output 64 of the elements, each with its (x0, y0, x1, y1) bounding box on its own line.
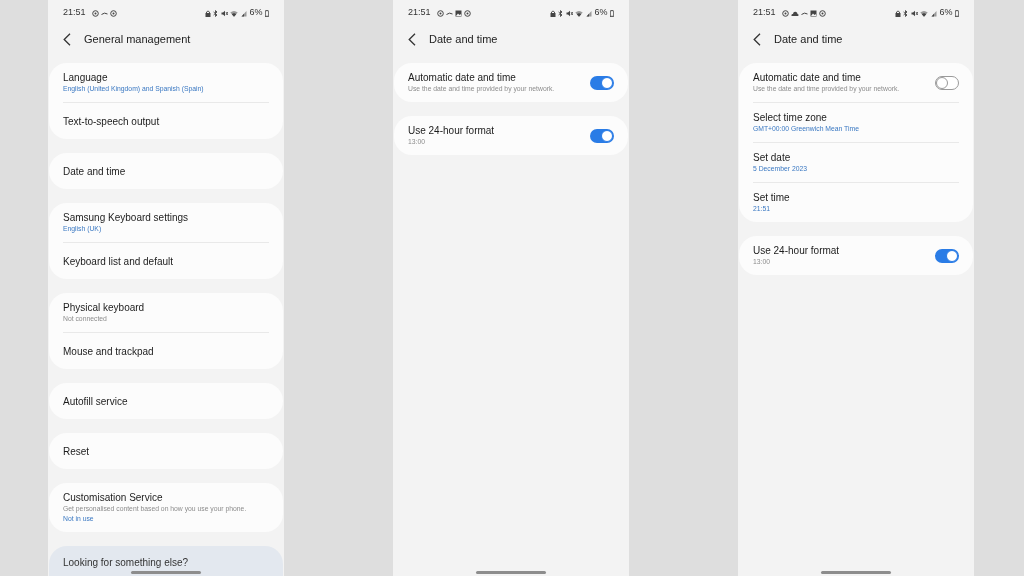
muted-speaker-icon (566, 9, 573, 17)
lock-icon (895, 9, 901, 17)
setting-title[interactable]: Autofill service (63, 394, 269, 408)
signal-icon (931, 9, 937, 17)
setting-title[interactable]: Text-to-speech output (63, 114, 269, 128)
status-time: 21:51 (408, 6, 431, 20)
bluetooth-icon (558, 9, 564, 17)
signal-icon (586, 9, 592, 17)
ring-icon (781, 9, 789, 17)
wifi-icon (575, 9, 584, 17)
setting-title[interactable]: Keyboard list and default (63, 254, 269, 268)
ring-icon (818, 9, 826, 17)
chevron-left-icon (753, 32, 761, 46)
lock-icon (205, 9, 211, 17)
wifi-icon (230, 9, 239, 17)
setting-title[interactable]: Use 24-hour format (408, 124, 590, 137)
signal-icon (241, 9, 247, 17)
back-button[interactable] (408, 32, 416, 46)
setting-title[interactable]: Language (63, 71, 269, 84)
setting-title[interactable]: Select time zone (753, 111, 959, 124)
setting-title[interactable]: Set time (753, 191, 959, 204)
setting-title[interactable]: Mouse and trackpad (63, 344, 269, 358)
image-icon (809, 9, 817, 17)
chevron-left-icon (408, 32, 416, 46)
image-icon (454, 9, 462, 17)
cloud-icon (790, 9, 799, 17)
chevron-left-icon (63, 32, 71, 46)
lock-icon (550, 9, 556, 17)
setting-title[interactable]: Automatic date and time (753, 71, 935, 84)
setting-title[interactable]: Customisation Service (63, 491, 269, 504)
muted-speaker-icon (911, 9, 918, 17)
toggle-switch[interactable] (935, 75, 959, 90)
battery-icon (610, 9, 614, 17)
ring-icon (91, 9, 99, 17)
battery-icon (955, 9, 959, 17)
setting-title[interactable]: Physical keyboard (63, 301, 269, 314)
toggle-switch[interactable] (935, 248, 959, 263)
page-title: Date and time (774, 31, 843, 47)
battery-icon (265, 9, 269, 17)
setting-title[interactable]: Set date (753, 151, 959, 164)
toggle-switch[interactable] (590, 75, 614, 90)
ring-icon (463, 9, 471, 17)
page-title: General management (84, 31, 191, 47)
setting-title[interactable]: Samsung Keyboard settings (63, 211, 269, 224)
bluetooth-icon (213, 9, 219, 17)
bluetooth-icon (903, 9, 909, 17)
setting-title[interactable]: Use 24-hour format (753, 244, 935, 257)
battery-percent: 6% (249, 6, 263, 20)
toggle-switch[interactable] (590, 128, 614, 143)
ring-icon (436, 9, 444, 17)
page-title: Date and time (429, 31, 498, 47)
muted-speaker-icon (221, 9, 228, 17)
suggestion-title[interactable]: Looking for something else? (63, 557, 189, 568)
battery-percent: 6% (939, 6, 953, 20)
ring-icon (109, 9, 117, 17)
setting-title[interactable]: Automatic date and time (408, 71, 590, 84)
wifi-icon (920, 9, 929, 17)
setting-title[interactable]: Date and time (63, 164, 269, 178)
battery-percent: 6% (594, 6, 608, 20)
status-time: 21:51 (63, 6, 86, 20)
status-time: 21:51 (753, 6, 776, 20)
back-button[interactable] (753, 32, 761, 46)
setting-title[interactable]: Reset (63, 444, 269, 458)
back-button[interactable] (63, 32, 71, 46)
